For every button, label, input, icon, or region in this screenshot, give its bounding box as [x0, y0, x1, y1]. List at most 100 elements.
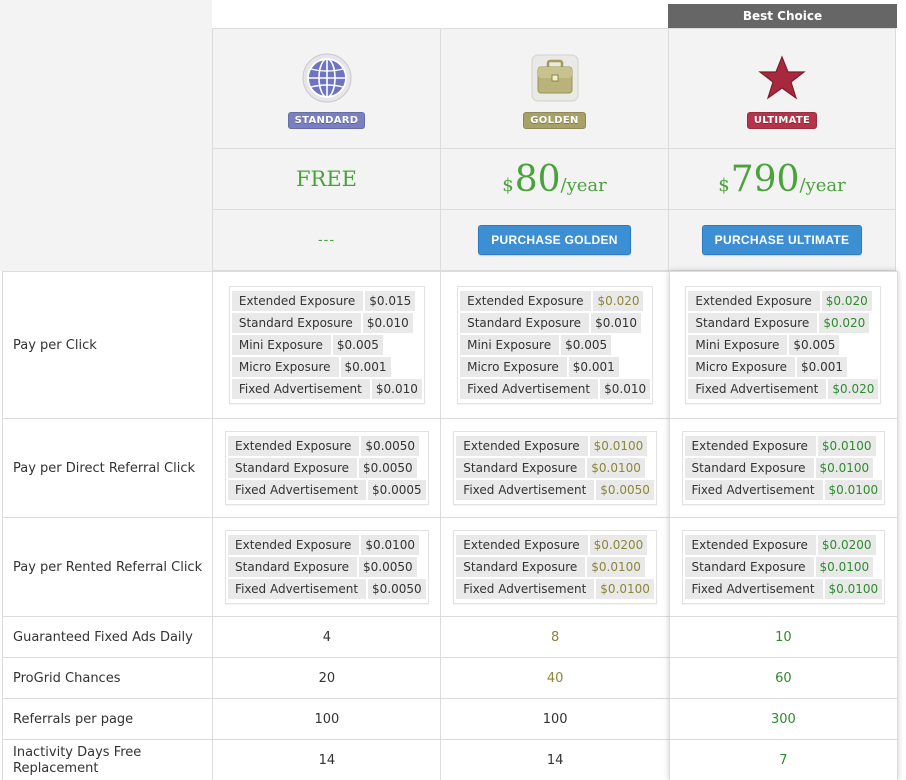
rate-value: $0.0005 [368, 480, 426, 500]
rate-row: Fixed Advertisement $0.010 [460, 379, 651, 399]
rate-row: Micro Exposure $0.001 [460, 357, 650, 377]
rate-value: $0.001 [340, 357, 391, 377]
rate-name: Standard Exposure [228, 557, 358, 577]
row-label-fixed-ads: Guaranteed Fixed Ads Daily [1, 616, 214, 658]
plan-title-cell: STANDARD [213, 28, 440, 149]
plan-action-cell: --- [213, 210, 440, 271]
rate-box: Extended Exposure $0.0200 Standard Exposur… [681, 530, 886, 604]
rate-row: Extended Exposure $0.020 [688, 291, 878, 311]
value-golden: 100 [440, 698, 670, 740]
value-ultimate: 10 [668, 616, 899, 658]
rate-value: $0.0050 [368, 579, 426, 599]
rate-name: Micro Exposure [688, 357, 796, 377]
rate-row: Fixed Advertisement $0.0050 [456, 480, 654, 500]
rate-name: Extended Exposure [684, 535, 816, 555]
rate-row: Standard Exposure $0.020 [688, 313, 878, 333]
rate-name: Fixed Advertisement [231, 379, 370, 399]
rate-value: $0.010 [362, 313, 413, 333]
rate-name: Standard Exposure [456, 458, 586, 478]
rate-name: Standard Exposure [688, 313, 818, 333]
rate-name: Standard Exposure [231, 313, 361, 333]
rate-value: $0.005 [789, 335, 840, 355]
rate-row: Standard Exposure $0.0050 [228, 458, 426, 478]
plan-title-cell: GOLDEN [441, 28, 668, 149]
rate-row: Fixed Advertisement $0.0100 [684, 579, 883, 599]
rate-cell-ultimate: Extended Exposure $0.020 Standard Exposure… [668, 271, 899, 419]
rate-cell-golden: Extended Exposure $0.0100 Standard Exposur… [440, 418, 670, 518]
table-row: Pay per Direct Referral Click Extended E… [1, 418, 899, 518]
rate-value: $0.0050 [596, 480, 654, 500]
rate-row: Standard Exposure $0.0100 [684, 557, 883, 577]
price-currency: $ [718, 174, 730, 196]
value-golden: 14 [440, 739, 670, 780]
rate-value: $0.010 [591, 313, 642, 333]
purchase-ultimate-button[interactable]: PURCHASE ULTIMATE [701, 225, 863, 255]
rate-name: Fixed Advertisement [456, 579, 595, 599]
rate-value: $0.010 [371, 379, 422, 399]
rate-value: $0.005 [332, 335, 383, 355]
rate-value: $0.0100 [589, 436, 648, 456]
rate-box: Extended Exposure $0.020 Standard Exposure… [685, 286, 882, 404]
rate-row: Fixed Advertisement $0.0005 [228, 480, 426, 500]
price-amount: 790 [730, 158, 800, 200]
row-label-rented-referral: Pay per Rented Referral Click [1, 517, 214, 617]
rate-row: Standard Exposure $0.0100 [684, 458, 883, 478]
plan-price-cell: $ 790 /year [669, 149, 895, 210]
rate-row: Extended Exposure $0.0100 [684, 436, 883, 456]
rate-row: Fixed Advertisement $0.0100 [684, 480, 883, 500]
table-row: Referrals per page 100 100 300 [1, 698, 899, 740]
plan-title-cell: ULTIMATE [669, 28, 895, 149]
row-label-referrals-per-page: Referrals per page [1, 698, 214, 740]
plan-action-cell: PURCHASE GOLDEN [441, 210, 668, 271]
rate-value: $0.0100 [824, 480, 883, 500]
rate-name: Standard Exposure [684, 557, 814, 577]
rate-row: Mini Exposure $0.005 [231, 335, 422, 355]
purchase-golden-button[interactable]: PURCHASE GOLDEN [478, 225, 631, 255]
rate-row: Standard Exposure $0.0100 [456, 557, 654, 577]
rate-value: $0.020 [819, 313, 870, 333]
rate-name: Mini Exposure [231, 335, 331, 355]
rate-cell-golden: Extended Exposure $0.020 Standard Exposure… [440, 271, 670, 419]
plan-header-golden: GOLDEN $ 80 /year PURCHASE GOLDEN [440, 28, 668, 271]
rate-row: Standard Exposure $0.0100 [456, 458, 654, 478]
star-icon [756, 52, 808, 104]
rate-value: $0.0100 [587, 458, 645, 478]
rate-cell-standard: Extended Exposure $0.0100 Standard Exposur… [212, 517, 442, 617]
value-standard: 100 [212, 698, 442, 740]
table-row: Inactivity Days Free Replacement 14 14 7 [1, 739, 899, 780]
rate-box: Extended Exposure $0.015 Standard Exposure… [228, 286, 425, 404]
rate-cell-standard: Extended Exposure $0.0050 Standard Exposur… [212, 418, 442, 518]
rate-value: $0.015 [365, 291, 416, 311]
rate-row: Mini Exposure $0.005 [460, 335, 650, 355]
plan-action-standard: --- [317, 232, 336, 248]
rate-row: Extended Exposure $0.020 [460, 291, 650, 311]
rate-value: $0.020 [593, 291, 644, 311]
plan-price-cell: $ 80 /year [441, 149, 668, 210]
rate-name: Fixed Advertisement [228, 480, 367, 500]
rate-name: Extended Exposure [460, 291, 592, 311]
rate-name: Mini Exposure [460, 335, 560, 355]
rate-name: Fixed Advertisement [688, 379, 827, 399]
rate-value: $0.0100 [817, 436, 876, 456]
price-amount: 80 [514, 158, 561, 200]
rate-row: Extended Exposure $0.0200 [684, 535, 883, 555]
table-row: Pay per Rented Referral Click Extended E… [1, 517, 899, 617]
rate-row: Fixed Advertisement $0.020 [688, 379, 879, 399]
rate-row: Micro Exposure $0.001 [688, 357, 878, 377]
rate-box: Extended Exposure $0.0100 Standard Exposur… [225, 530, 429, 604]
rate-value: $0.010 [600, 379, 651, 399]
rate-name: Fixed Advertisement [684, 579, 823, 599]
rate-row: Fixed Advertisement $0.0100 [456, 579, 654, 599]
rate-row: Fixed Advertisement $0.0050 [228, 579, 426, 599]
rate-value: $0.005 [561, 335, 612, 355]
rate-row: Standard Exposure $0.010 [460, 313, 650, 333]
plan-badge-ultimate: ULTIMATE [746, 112, 818, 129]
rate-name: Micro Exposure [460, 357, 567, 377]
plan-action-cell: PURCHASE ULTIMATE [669, 210, 895, 271]
value-standard: 20 [212, 657, 442, 699]
price-currency: $ [502, 174, 514, 196]
rate-name: Fixed Advertisement [684, 480, 823, 500]
price-period: /year [560, 174, 607, 196]
rate-name: Extended Exposure [231, 291, 364, 311]
rate-value: $0.001 [568, 357, 619, 377]
